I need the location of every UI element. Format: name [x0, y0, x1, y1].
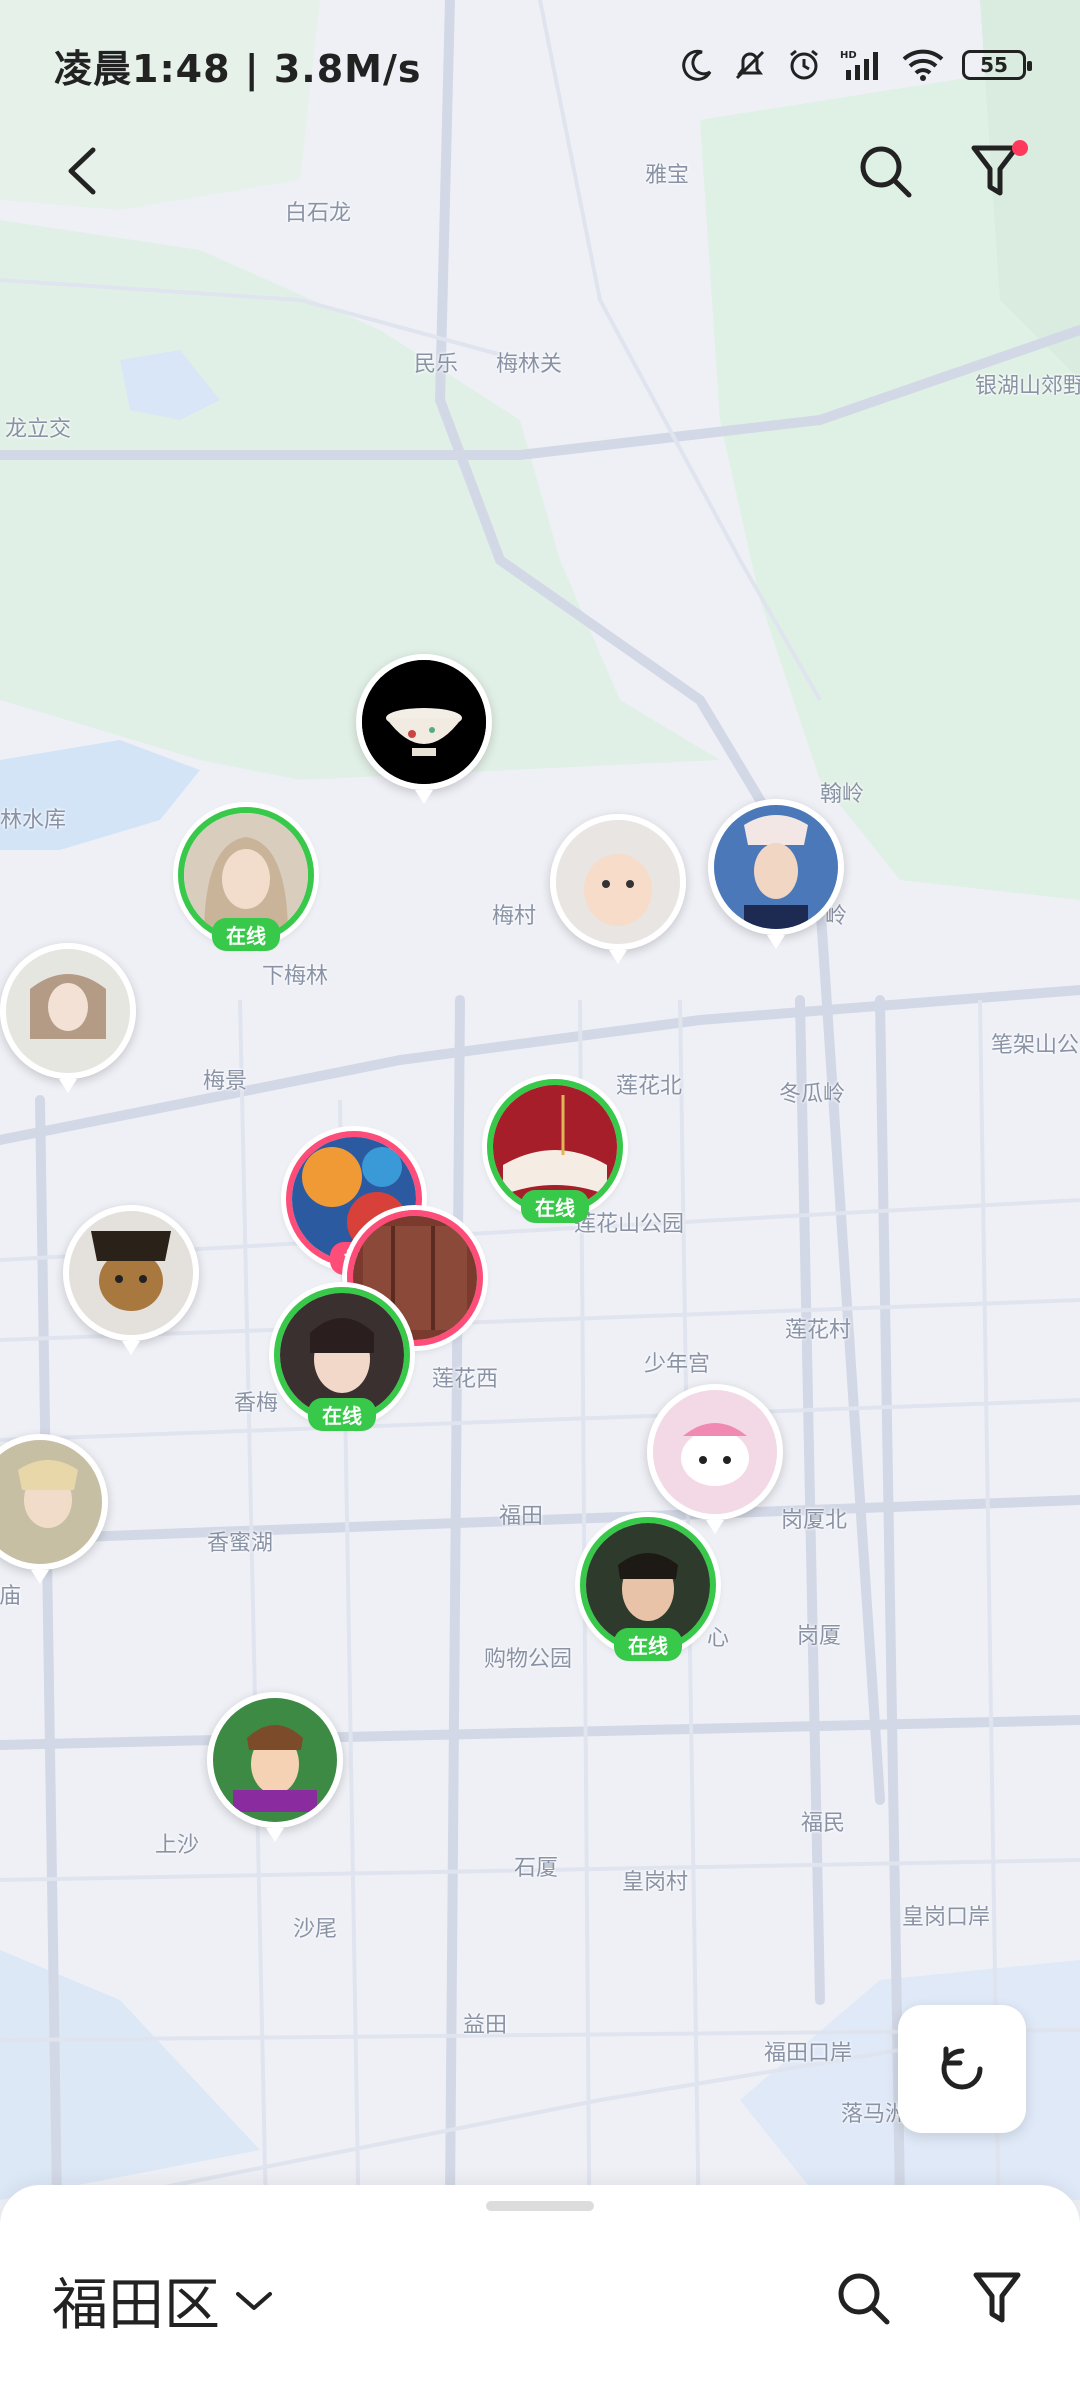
- moon-icon: [680, 48, 714, 82]
- user-avatar: [356, 654, 492, 790]
- district-label: 福田区: [52, 2273, 220, 2338]
- online-badge: 在线: [212, 918, 280, 951]
- user-marker[interactable]: [356, 654, 492, 804]
- user-marker[interactable]: 在线: [178, 807, 314, 951]
- status-icons: HD 55: [680, 47, 1032, 83]
- back-button[interactable]: [48, 136, 118, 206]
- map-label: 岗厦: [796, 1624, 842, 1649]
- mute-bell-icon: [732, 47, 768, 83]
- user-marker[interactable]: [550, 814, 686, 964]
- status-bar: 凌晨1:48 | 3.8M/s HD 55: [0, 0, 1080, 130]
- status-time-speed: 凌晨1:48 | 3.8M/s: [54, 46, 422, 91]
- map-label: 梅景: [202, 1069, 248, 1094]
- map-label: 民乐: [413, 352, 459, 377]
- map-label: 庙: [0, 1584, 22, 1609]
- online-badge: 在线: [521, 1190, 589, 1223]
- user-marker[interactable]: 在线: [487, 1079, 623, 1223]
- online-badge: 在线: [614, 1628, 682, 1661]
- top-bar: [0, 120, 1080, 220]
- map-label: 福民: [800, 1811, 846, 1836]
- marker-tail: [266, 1828, 284, 1842]
- user-avatar: [708, 799, 844, 935]
- user-marker[interactable]: [0, 943, 136, 1093]
- battery-level: 55: [980, 53, 1008, 77]
- alarm-icon: [786, 47, 822, 83]
- user-avatar: [550, 814, 686, 950]
- map-label: 岗厦北: [780, 1508, 848, 1533]
- online-badge: 在线: [308, 1398, 376, 1431]
- refresh-icon: [941, 2046, 983, 2090]
- map-label: 皇岗村: [621, 1870, 689, 1895]
- map-label: 银湖山郊野: [974, 374, 1080, 399]
- user-marker[interactable]: [647, 1384, 783, 1534]
- chevron-left-icon: [68, 147, 96, 195]
- marker-tail: [609, 950, 627, 964]
- map-label: 林水库: [0, 808, 67, 833]
- sheet-filter-button[interactable]: [962, 2263, 1032, 2333]
- search-icon: [838, 2273, 890, 2325]
- map-label: 益田: [462, 2013, 508, 2038]
- search-icon: [860, 146, 912, 198]
- user-marker[interactable]: 在线: [580, 1517, 716, 1661]
- marker-tail: [415, 790, 433, 804]
- map-label: 少年宫: [643, 1352, 711, 1377]
- refresh-button[interactable]: [898, 2005, 1026, 2133]
- map-label: 莲花北: [615, 1074, 683, 1099]
- map-label: 石厦: [513, 1856, 559, 1881]
- map-label: 皇岗口岸: [901, 1905, 991, 1930]
- marker-tail: [706, 1520, 724, 1534]
- map-label: 梅林关: [495, 352, 563, 377]
- marker-tail: [767, 935, 785, 949]
- marker-tail: [31, 1570, 49, 1584]
- filter-icon: [973, 2272, 1021, 2323]
- notification-dot: [1012, 140, 1028, 156]
- user-avatar: [0, 1434, 108, 1570]
- chevron-down-icon: [236, 2291, 272, 2310]
- map-label: 香梅: [233, 1391, 279, 1416]
- wifi-icon: [902, 48, 944, 82]
- map-label: 冬瓜岭: [778, 1082, 846, 1107]
- map-label: 香蜜湖: [206, 1531, 274, 1556]
- map-label: 购物公园: [483, 1647, 573, 1672]
- map-label: 下梅林: [261, 964, 329, 989]
- user-marker[interactable]: [708, 799, 844, 949]
- marker-tail: [122, 1341, 140, 1355]
- svg-text:HD: HD: [840, 50, 857, 61]
- user-marker[interactable]: [63, 1205, 199, 1355]
- map-label: 莲花村: [784, 1318, 852, 1343]
- map-label: 福田口岸: [763, 2041, 853, 2066]
- sheet-search-button[interactable]: [828, 2263, 898, 2333]
- bottom-sheet[interactable]: 福田区: [0, 2185, 1080, 2400]
- battery-icon: 55: [962, 50, 1032, 80]
- top-filter-button[interactable]: [960, 136, 1030, 206]
- user-marker[interactable]: 在线: [274, 1287, 410, 1431]
- map-label: 笔架山公: [990, 1033, 1080, 1058]
- map-label: 上沙: [154, 1833, 200, 1858]
- marker-tail: [59, 1079, 77, 1093]
- map-label: 沙尾: [292, 1917, 338, 1942]
- user-avatar: [647, 1384, 783, 1520]
- top-search-button[interactable]: [850, 136, 920, 206]
- map-label: 梅村: [491, 904, 537, 929]
- map-label: 莲花西: [431, 1367, 499, 1392]
- sheet-drag-handle[interactable]: [486, 2201, 594, 2211]
- user-marker[interactable]: [0, 1434, 108, 1584]
- user-avatar: [207, 1692, 343, 1828]
- district-selector[interactable]: 福田区: [52, 2260, 274, 2341]
- user-avatar: [63, 1205, 199, 1341]
- map-label: 龙立交: [4, 417, 72, 442]
- user-avatar: [0, 943, 136, 1079]
- map-label: 福田: [498, 1504, 544, 1529]
- hd-signal-icon: HD: [840, 48, 884, 82]
- user-marker[interactable]: [207, 1692, 343, 1842]
